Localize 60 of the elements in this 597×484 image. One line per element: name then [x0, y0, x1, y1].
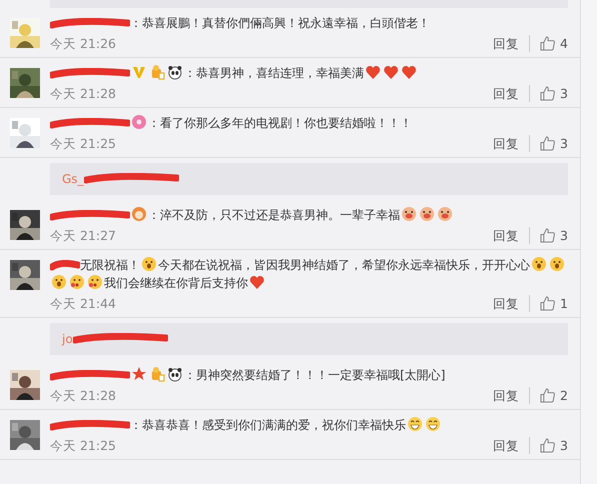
like-button[interactable]: 3: [540, 135, 568, 152]
thumbs-up-icon: [540, 86, 556, 101]
vip-icon: [131, 64, 147, 80]
like-button[interactable]: 3: [540, 437, 568, 454]
thumbs-up-icon: [540, 296, 556, 311]
heart-icon: [365, 64, 381, 80]
reply-button[interactable]: 回复: [493, 437, 530, 454]
like-button[interactable]: 3: [540, 227, 568, 244]
thumbs-up-icon: [540, 228, 556, 243]
reply-button[interactable]: 回复: [493, 227, 530, 244]
comment-text: ：恭喜恭喜！感受到你们满满的爱，祝你们幸福快乐: [130, 418, 406, 432]
panda-icon: [167, 366, 183, 382]
timestamp: 今天 21:25: [50, 437, 117, 454]
reply-button[interactable]: 回复: [493, 35, 530, 52]
redaction-mark: [50, 260, 80, 272]
reply-button[interactable]: 回复: [493, 85, 530, 102]
comment-text: 无限祝福！: [80, 258, 140, 272]
comment-text: ：男神突然要结婚了！！！一定要幸福哦[太開心]: [184, 368, 446, 382]
star-icon: [131, 366, 147, 382]
comment-text: jo: [62, 332, 73, 346]
emoji-face-icon: [141, 256, 157, 272]
heart-icon: [383, 64, 399, 80]
comment-text: ：恭喜男神，喜结连理，幸福美满: [184, 66, 364, 80]
thumbs-up-icon: [540, 136, 556, 151]
comment-text: Gs_: [62, 172, 84, 186]
comment-text: ：淬不及防，只不过还是恭喜男神。一辈子幸福: [148, 208, 400, 222]
emoji-face-icon: [51, 274, 67, 290]
like-button[interactable]: 2: [540, 387, 568, 404]
like-button[interactable]: 4: [540, 35, 568, 52]
reply-button[interactable]: 回复: [493, 387, 530, 404]
timestamp: 今天 21:26: [50, 35, 117, 52]
kiss-face-icon: [69, 274, 85, 290]
donut-icon: [131, 114, 147, 130]
comment-text: 我们会继续在你背后支持你: [104, 276, 248, 290]
pig-face-icon: [419, 206, 435, 222]
emoji-face-icon: [531, 256, 547, 272]
timestamp: 今天 21:28: [50, 387, 117, 404]
thumbs-up-icon: [540, 438, 556, 453]
pig-face-icon: [401, 206, 417, 222]
grin-face-icon: [425, 416, 441, 432]
comment-text: 今天都在说祝福，皆因我男神结婚了，希望你永远幸福快乐，开开心心: [158, 258, 530, 272]
comment-text: ：恭喜展鵬！真替你們倆高興！祝永遠幸福，白頭偕老！: [130, 16, 430, 30]
grin-face-icon: [407, 416, 423, 432]
panda-icon: [167, 64, 183, 80]
reply-button[interactable]: 回复: [493, 295, 530, 312]
timestamp: 今天 21:27: [50, 227, 117, 244]
comment-text: ：看了你那么多年的电视剧！你也要结婚啦！！！: [148, 116, 412, 130]
thumbs-up-icon: [540, 388, 556, 403]
pig-face-icon: [437, 206, 453, 222]
kiss-face-icon: [87, 274, 103, 290]
thumbs-up-icon: [540, 36, 556, 51]
timestamp: 今天 21:25: [50, 135, 117, 152]
reply-button[interactable]: 回复: [493, 135, 530, 152]
timestamp: 今天 21:28: [50, 85, 117, 102]
like-button[interactable]: 3: [540, 85, 568, 102]
timestamp: 今天 21:44: [50, 295, 117, 312]
emoji-face-icon: [549, 256, 565, 272]
heart-icon: [249, 274, 265, 290]
like-button[interactable]: 1: [540, 295, 568, 312]
heart-icon: [401, 64, 417, 80]
